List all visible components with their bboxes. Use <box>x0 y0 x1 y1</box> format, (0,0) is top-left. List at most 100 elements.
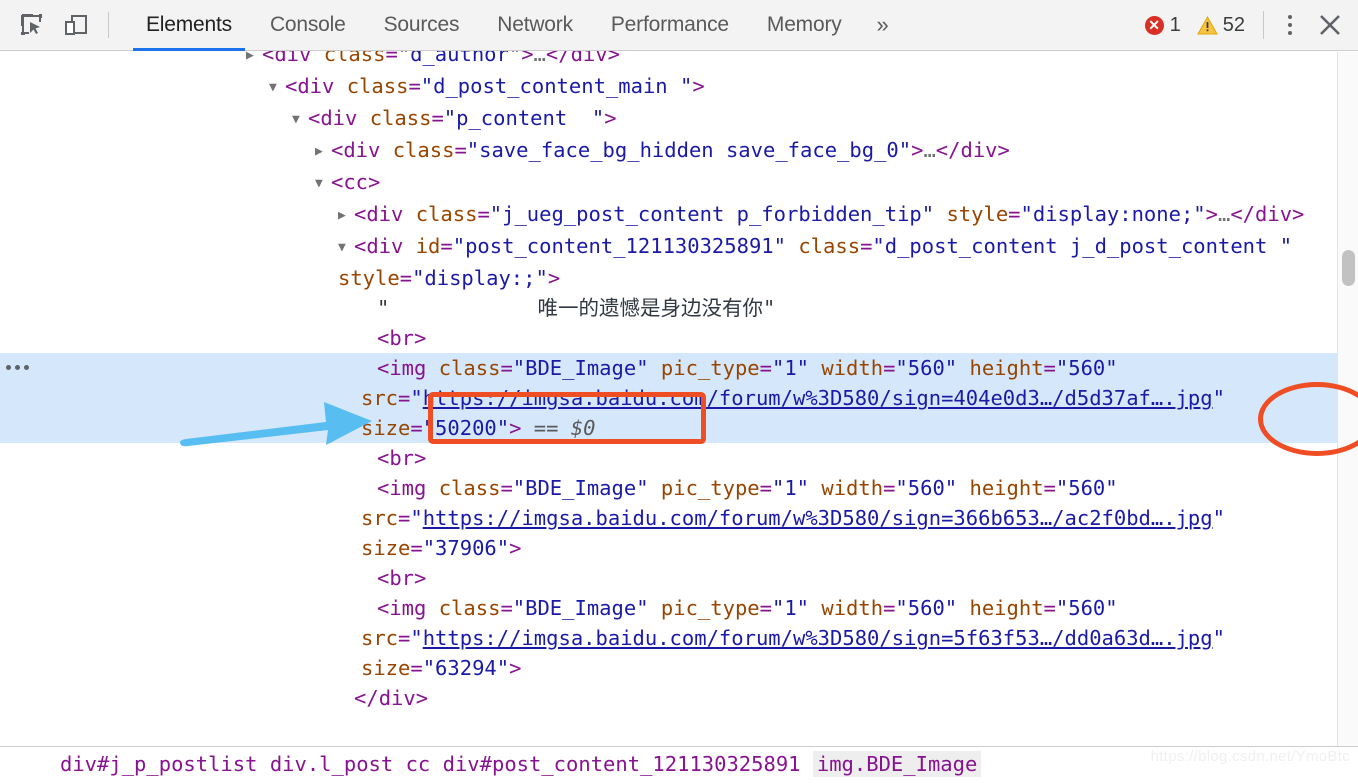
dom-tree-row[interactable]: " 唯一的遗憾是身边没有你" <box>0 293 1337 323</box>
inspect-element-icon[interactable] <box>10 4 54 46</box>
code-token-val: "1" <box>771 476 810 500</box>
tab-sources[interactable]: Sources <box>365 0 479 51</box>
expand-triangle-closed-icon[interactable] <box>338 201 354 231</box>
dom-tree-row[interactable]: </div> <box>0 683 1337 713</box>
code-token-punct: = <box>759 596 772 620</box>
kebab-menu-icon[interactable] <box>1278 10 1302 40</box>
code-token-val: "d_post_content_main " <box>420 74 693 98</box>
watermark-text: https://blog.csdn.net/YmoBtc <box>1150 748 1350 765</box>
dom-tree-row-content: <br> <box>0 323 1337 353</box>
code-token-punct: = <box>883 476 896 500</box>
code-token-attr: width <box>809 596 884 620</box>
vertical-scrollbar-thumb[interactable] <box>1342 250 1355 286</box>
code-token-punct: = <box>477 202 490 226</box>
dom-tree-row[interactable]: <div id="post_content_121130325891" clas… <box>0 231 1337 293</box>
code-token-punct: < <box>377 596 390 620</box>
dom-tree-row-selected[interactable]: <img class="BDE_Image" pic_type="1" widt… <box>0 353 1337 443</box>
close-icon[interactable] <box>1314 9 1346 41</box>
dom-tree-row[interactable]: <img class="BDE_Image" pic_type="1" widt… <box>0 593 1337 683</box>
expand-triangle-closed-icon[interactable] <box>315 137 331 167</box>
code-token-ellip: … <box>533 51 546 66</box>
code-token-tag: br <box>389 446 415 470</box>
code-token-punct: > <box>368 170 381 194</box>
dom-tree-row[interactable]: <div class="d_post_content_main "> <box>0 71 1337 103</box>
more-tabs-button[interactable]: » <box>861 0 905 51</box>
code-token-punct: = <box>399 266 413 290</box>
code-token-attr: class <box>426 356 501 380</box>
code-token-attr: pic_type <box>648 356 760 380</box>
dom-tree-row[interactable]: <br> <box>0 563 1337 593</box>
toolbar-divider <box>108 12 109 38</box>
dom-tree-row[interactable]: <br> <box>0 323 1337 353</box>
code-token-eqeq: == <box>521 416 571 440</box>
code-token-attr: class <box>357 106 432 130</box>
dom-tree-row[interactable]: <div class="d_author">…</div> <box>0 51 1337 71</box>
toolbar-divider-right <box>1263 11 1264 39</box>
code-token-ellip: … <box>1218 202 1231 226</box>
dom-tree-row[interactable]: <br> <box>0 443 1337 473</box>
error-count-label: 1 <box>1169 13 1181 36</box>
code-token-punct: < <box>377 356 390 380</box>
dom-tree-row[interactable]: <div class="j_ueg_post_content p_forbidd… <box>0 199 1337 231</box>
expand-triangle-open-icon[interactable] <box>292 105 308 135</box>
dom-tree-row-content: " 唯一的遗憾是身边没有你" <box>0 293 1337 323</box>
code-token-punct: = <box>860 234 873 258</box>
code-token-attr: id <box>403 234 441 258</box>
code-token-tag: div> <box>960 138 1010 162</box>
expand-triangle-closed-icon[interactable] <box>246 51 262 71</box>
code-token-attr: class <box>311 51 386 66</box>
dom-tree-row[interactable]: <img class="BDE_Image" pic_type="1" widt… <box>0 473 1337 563</box>
tab-performance[interactable]: Performance <box>592 0 748 51</box>
code-token-attr: pic_type <box>648 476 760 500</box>
code-token-punct: = <box>1008 202 1021 226</box>
code-token-punct: > <box>692 74 705 98</box>
code-token-attr: class <box>334 74 409 98</box>
code-token-val: " <box>1212 506 1225 530</box>
expand-triangle-open-icon[interactable] <box>315 169 331 199</box>
code-token-punct: > <box>521 51 534 66</box>
tab-elements[interactable]: Elements <box>127 0 251 51</box>
dom-tree-row-content: <img class="BDE_Image" pic_type="1" widt… <box>0 353 1337 443</box>
code-token-punct: > <box>1205 202 1218 226</box>
code-token-val: "BDE_Image" <box>512 356 649 380</box>
expand-triangle-open-icon[interactable] <box>269 73 285 103</box>
code-token-punct: > <box>604 106 617 130</box>
row-more-options-icon[interactable] <box>6 365 29 370</box>
error-counter[interactable]: ✕ 1 <box>1144 13 1181 37</box>
tab-network[interactable]: Network <box>478 0 592 51</box>
warning-counter[interactable]: 52 <box>1181 14 1245 37</box>
code-token-tag: div <box>297 74 335 98</box>
code-token-tag: br <box>389 326 415 350</box>
code-token-tag: div> <box>378 686 429 710</box>
breadcrumb-item-selected[interactable]: img.BDE_Image <box>812 751 982 777</box>
devtools-window: Elements Console Sources Network Perform… <box>0 0 1358 784</box>
code-token-punct: < <box>377 326 390 350</box>
dom-tree-row[interactable]: <div class="save_face_bg_hidden save_fac… <box>0 135 1337 167</box>
dom-tree-row[interactable]: <cc> <box>0 167 1337 199</box>
code-token-link[interactable]: https://imgsa.baidu.com/forum/w%3D580/si… <box>423 506 1213 530</box>
code-token-punct: < <box>354 202 367 226</box>
devtools-tab-list: Elements Console Sources Network Perform… <box>127 0 905 51</box>
code-token-tag: br <box>389 566 415 590</box>
code-token-val: "37906" <box>422 536 510 560</box>
dom-tree-row-content: </div> <box>0 683 1337 713</box>
code-token-tag: div> <box>570 51 620 66</box>
code-token-link[interactable]: https://imgsa.baidu.com/forum/w%3D580/si… <box>423 626 1213 650</box>
tab-console[interactable]: Console <box>251 0 365 51</box>
expand-triangle-open-icon[interactable] <box>338 233 354 263</box>
code-token-attr: width <box>809 356 884 380</box>
code-token-tag: div <box>366 234 404 258</box>
code-token-punct: > <box>509 656 522 680</box>
code-token-link[interactable]: https://imgsa.baidu.com/forum/w%3D580/si… <box>423 386 1213 410</box>
elements-dom-tree-panel[interactable]: <div class="d_author">…</div><div class=… <box>0 51 1337 746</box>
dom-tree: <div class="d_author">…</div><div class=… <box>0 51 1337 713</box>
tab-memory[interactable]: Memory <box>748 0 861 51</box>
code-token-punct: > <box>547 266 561 290</box>
code-token-punct: < <box>285 74 298 98</box>
warning-triangle-icon <box>1196 15 1218 35</box>
device-toolbar-icon[interactable] <box>54 4 98 46</box>
code-token-punct: = <box>398 626 411 650</box>
code-token-punct: = <box>440 234 453 258</box>
vertical-scrollbar[interactable] <box>1337 52 1358 746</box>
dom-tree-row[interactable]: <div class="p_content "> <box>0 103 1337 135</box>
